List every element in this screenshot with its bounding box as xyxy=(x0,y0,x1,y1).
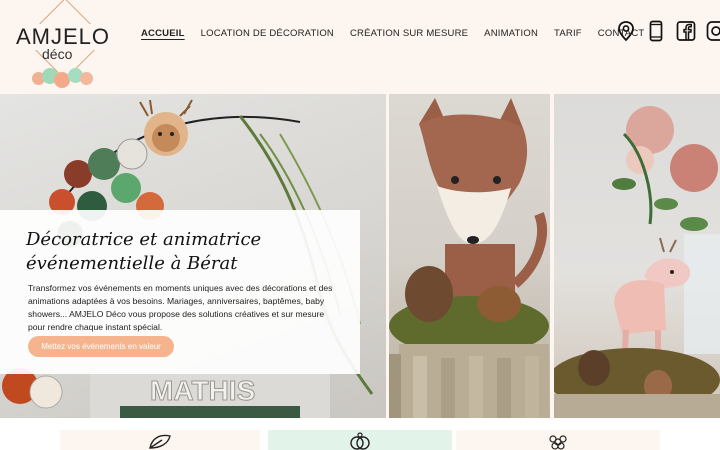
feature-card-creation[interactable] xyxy=(456,430,660,450)
main-nav: ACCUEIL LOCATION DE DÉCORATION CRÉATION … xyxy=(141,28,660,39)
flower-icon xyxy=(549,435,567,450)
phone-icon[interactable] xyxy=(646,20,666,42)
features-strip xyxy=(0,418,720,450)
logo-balloons xyxy=(32,68,102,88)
cta-button[interactable]: Mettez vos événements en valeur xyxy=(28,336,174,357)
brand-logo[interactable]: AMJELO déco xyxy=(10,0,113,90)
brand-subtitle: déco xyxy=(42,46,73,62)
facebook-icon[interactable] xyxy=(676,20,696,42)
feature-card-animation[interactable] xyxy=(268,430,452,450)
map-pin-icon[interactable] xyxy=(616,20,636,42)
leaf-icon xyxy=(149,434,171,449)
nav-item-location[interactable]: LOCATION DE DÉCORATION xyxy=(201,28,334,39)
fox-centerpiece-photo xyxy=(389,94,550,418)
social-links xyxy=(616,20,720,42)
hero-title: Décoratrice et animatrice événementielle… xyxy=(26,229,262,274)
svg-text:MATHIS: MATHIS xyxy=(150,375,255,406)
nav-item-creation[interactable]: CRÉATION SUR MESURE xyxy=(350,28,468,39)
feature-card-decoration[interactable] xyxy=(60,430,260,450)
nav-item-tarif[interactable]: TARIF xyxy=(554,28,582,39)
hero-card: Décoratrice et animatrice événementielle… xyxy=(0,210,360,374)
deer-with-roses-photo xyxy=(554,94,720,418)
site-header: AMJELO déco ACCUEIL LOCATION DE DÉCORATI… xyxy=(0,0,720,94)
rings-icon xyxy=(350,432,370,450)
nav-item-animation[interactable]: ANIMATION xyxy=(484,28,538,39)
instagram-icon[interactable] xyxy=(706,20,720,42)
hero-description: Transformez vos événements en moments un… xyxy=(28,283,333,332)
nav-item-accueil[interactable]: ACCUEIL xyxy=(141,28,185,39)
